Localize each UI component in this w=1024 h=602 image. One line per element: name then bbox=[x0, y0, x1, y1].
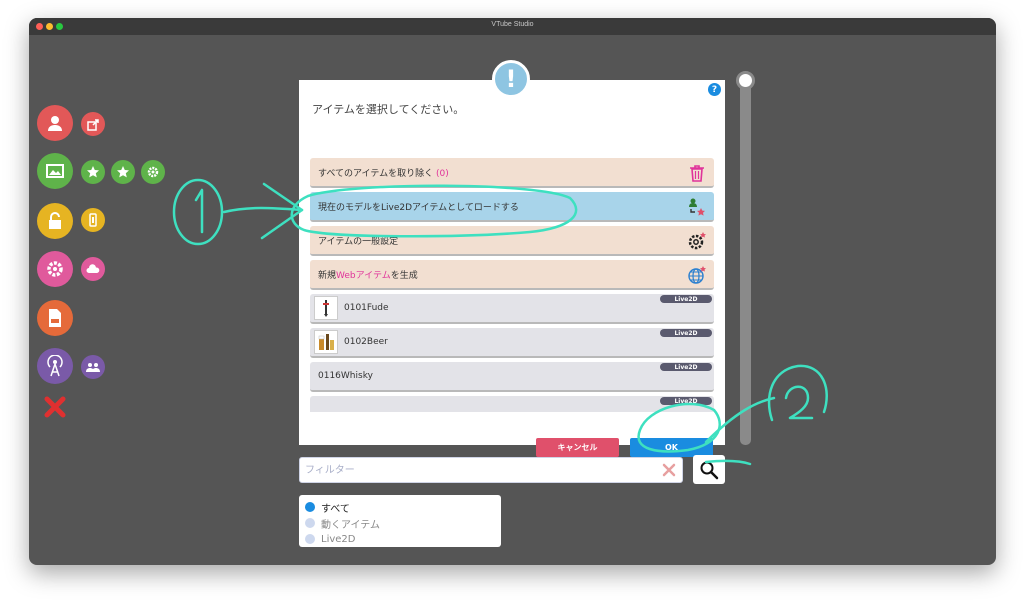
clear-filter-icon[interactable] bbox=[662, 463, 676, 477]
window-title: VTube Studio bbox=[491, 21, 534, 28]
radio-live2d[interactable]: Live2D bbox=[299, 531, 501, 547]
star-icon[interactable] bbox=[81, 160, 105, 184]
load-model-icon bbox=[689, 198, 705, 216]
list-clip: 0123_sake Live2D bbox=[299, 396, 725, 412]
item-label: 0102Beer bbox=[344, 337, 388, 347]
search-icon bbox=[700, 461, 719, 479]
size-slider-track[interactable] bbox=[740, 80, 751, 445]
list-item[interactable]: 0116Whisky Live2D bbox=[310, 362, 714, 392]
item-label: 0116Whisky bbox=[318, 371, 373, 381]
gear-small-icon[interactable] bbox=[141, 160, 165, 184]
trash-icon bbox=[690, 165, 704, 182]
live2d-badge: Live2D bbox=[660, 329, 712, 337]
filter-input[interactable] bbox=[305, 461, 645, 479]
exclamation-icon: ! bbox=[492, 60, 530, 98]
globe-icon bbox=[688, 266, 706, 284]
power-icon[interactable] bbox=[81, 208, 105, 232]
model-select-icon[interactable] bbox=[37, 105, 73, 141]
radio-dot bbox=[305, 534, 315, 544]
list-item[interactable]: 0123_sake Live2D bbox=[310, 396, 714, 412]
live2d-badge: Live2D bbox=[660, 295, 712, 303]
settings-icon[interactable] bbox=[37, 251, 73, 287]
brush-thumbnail bbox=[314, 296, 338, 320]
filter-field[interactable] bbox=[299, 457, 683, 483]
dialog-prompt: アイテムを選択してください。 bbox=[312, 103, 465, 116]
app-window: VTube Studio ! ? アイテムを選択してください。 すべてのアイテム… bbox=[29, 18, 996, 565]
radio-label: Live2D bbox=[321, 533, 356, 545]
background-icon[interactable] bbox=[37, 153, 73, 189]
radio-dot bbox=[305, 518, 315, 528]
remove-all-items-button[interactable]: すべてのアイテムを取り除く (0) bbox=[310, 158, 714, 188]
radio-label: すべて bbox=[321, 503, 350, 515]
item-select-dialog: ! ? アイテムを選択してください。 すべてのアイテムを取り除く (0) 現在の… bbox=[299, 60, 725, 457]
radio-all[interactable]: すべて bbox=[299, 499, 501, 515]
item-type-filter: すべて 動くアイテム Live2D bbox=[299, 495, 501, 547]
new-web-item-button[interactable]: 新規Webアイテムを生成 bbox=[310, 260, 714, 290]
size-slider-handle[interactable] bbox=[736, 71, 755, 90]
remove-all-label: すべてのアイテムを取り除く (0) bbox=[318, 168, 449, 179]
broadcast-icon[interactable] bbox=[37, 348, 73, 384]
export-icon[interactable] bbox=[81, 112, 105, 136]
new-web-item-label: 新規Webアイテムを生成 bbox=[318, 270, 418, 281]
live2d-badge: Live2D bbox=[660, 363, 712, 371]
title-bar: VTube Studio bbox=[29, 18, 996, 35]
item-general-settings-button[interactable]: アイテムの一般設定 bbox=[310, 226, 714, 256]
help-button[interactable]: ? bbox=[708, 83, 721, 96]
collab-icon[interactable] bbox=[81, 355, 105, 379]
radio-animated-items[interactable]: 動くアイテム bbox=[299, 515, 501, 531]
general-settings-label: アイテムの一般設定 bbox=[318, 236, 399, 247]
search-button[interactable] bbox=[693, 455, 725, 484]
list-item[interactable]: 0101Fude Live2D bbox=[310, 294, 714, 324]
list-item[interactable]: 0102Beer Live2D bbox=[310, 328, 714, 358]
item-label: 0101Fude bbox=[344, 303, 389, 313]
document-icon[interactable] bbox=[37, 300, 73, 336]
cancel-button[interactable]: キャンセル bbox=[536, 438, 619, 457]
star-settings-icon[interactable] bbox=[111, 160, 135, 184]
cloud-icon[interactable] bbox=[81, 257, 105, 281]
radio-dot bbox=[305, 502, 315, 512]
close-icon[interactable] bbox=[41, 393, 69, 421]
load-model-label: 現在のモデルをLive2Dアイテムとしてロードする bbox=[318, 202, 519, 213]
load-model-as-item-button[interactable]: 現在のモデルをLive2Dアイテムとしてロードする bbox=[310, 192, 714, 222]
gear-icon bbox=[688, 232, 706, 250]
radio-label: 動くアイテム bbox=[321, 519, 380, 531]
live2d-badge: Live2D bbox=[660, 397, 712, 405]
lock-icon[interactable] bbox=[37, 203, 73, 239]
beer-thumbnail bbox=[314, 330, 338, 354]
